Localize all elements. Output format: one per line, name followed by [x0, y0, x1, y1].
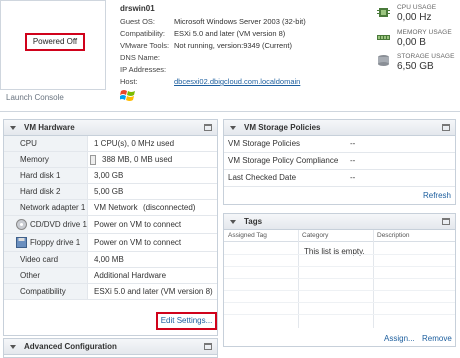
hardware-row-cpu[interactable]: CPU 1 CPU(s), 0 MHz used: [4, 136, 217, 152]
hardware-row-compatibility: Compatibility ESXi 5.0 and later (VM ver…: [4, 284, 217, 300]
remove-tag-link[interactable]: Remove: [422, 334, 452, 343]
hardware-row-hard-disk-1[interactable]: Hard disk 1 3,00 GB: [4, 168, 217, 184]
memory-usage-label: MEMORY USAGE: [397, 29, 452, 36]
ip-addresses-label: IP Addresses:: [120, 65, 167, 74]
row-line: [224, 254, 455, 255]
hardware-label: Compatibility: [4, 284, 88, 299]
storage-policy-label: Last Checked Date: [228, 173, 297, 182]
cpu-usage-value: 0,00 Hz: [397, 12, 432, 23]
hardware-label: Memory: [4, 152, 88, 167]
hardware-value: Power on VM to connect: [94, 220, 182, 229]
column-assigned-tag[interactable]: Assigned Tag: [228, 232, 267, 239]
memory-bar-icon: [90, 155, 96, 165]
collapse-caret-icon[interactable]: [10, 345, 16, 349]
hardware-row-hard-disk-2[interactable]: Hard disk 2 5,00 GB: [4, 184, 217, 200]
advanced-configuration-panel: Advanced Configuration: [3, 338, 218, 358]
storage-policies-panel: VM Storage Policies VM Storage Policies …: [223, 119, 456, 205]
advanced-configuration-title: Advanced Configuration: [24, 342, 117, 351]
vm-hardware-title: VM Hardware: [24, 123, 75, 132]
memory-usage-value: 0,00 B: [397, 37, 426, 48]
column-category[interactable]: Category: [302, 232, 328, 239]
launch-console-link[interactable]: Launch Console: [6, 93, 64, 102]
host-link[interactable]: dbcesxi02.dbigcloud.com.localdomain: [174, 77, 300, 86]
hardware-value: Additional Hardware: [94, 271, 167, 280]
row-line: [224, 266, 455, 267]
hardware-value: 4,00 MB: [94, 255, 124, 264]
power-state-label: Powered Off: [25, 33, 85, 51]
memory-icon: [377, 35, 390, 40]
host-label: Host:: [120, 77, 138, 86]
hardware-row-cd-dvd[interactable]: CD/DVD drive 1 Power on VM to connect: [4, 216, 217, 234]
hardware-row-floppy[interactable]: Floppy drive 1 Power on VM to connect: [4, 234, 217, 252]
row-line: [224, 290, 455, 291]
storage-usage-value: 6,50 GB: [397, 61, 434, 72]
hardware-label: Network adapter 1: [4, 200, 88, 215]
hardware-value: ESXi 5.0 and later (VM version 8): [94, 287, 213, 296]
guest-os-label: Guest OS:: [120, 17, 156, 26]
hardware-value: 388 MB, 0 MB used: [102, 155, 173, 164]
storage-policy-label: VM Storage Policy Compliance: [228, 156, 339, 165]
cpu-usage-label: CPU USAGE: [397, 4, 437, 11]
storage-policy-row: VM Storage Policies --: [224, 136, 455, 153]
vmware-tools-label: VMware Tools:: [120, 41, 170, 50]
compatibility-label: Compatibility:: [120, 29, 166, 38]
maximize-icon[interactable]: [442, 124, 450, 131]
hardware-row-network-adapter[interactable]: Network adapter 1 VM Network (disconnect…: [4, 200, 217, 216]
compatibility-value: ESXi 5.0 and later (VM version 8): [174, 29, 286, 38]
storage-policy-row: VM Storage Policy Compliance --: [224, 153, 455, 170]
dns-name-label: DNS Name:: [120, 53, 161, 62]
storage-policy-value: --: [350, 139, 356, 148]
hardware-row-other[interactable]: Other Additional Hardware: [4, 268, 217, 284]
guest-os-value: Microsoft Windows Server 2003 (32-bit): [174, 17, 306, 26]
storage-policy-label: VM Storage Policies: [228, 139, 301, 148]
storage-policy-value: --: [350, 156, 356, 165]
hardware-value: 1 CPU(s), 0 MHz used: [94, 139, 175, 148]
storage-policy-value: --: [350, 173, 356, 182]
row-line: [224, 278, 455, 279]
storage-policies-header[interactable]: VM Storage Policies: [224, 120, 455, 136]
row-line: [224, 302, 455, 303]
vm-name: drswin01: [120, 4, 155, 13]
hardware-label: Hard disk 2: [4, 184, 88, 199]
collapse-caret-icon[interactable]: [230, 220, 236, 224]
hardware-label: CPU: [4, 136, 88, 151]
collapse-caret-icon[interactable]: [230, 126, 236, 130]
storage-policies-title: VM Storage Policies: [244, 123, 321, 132]
assign-tag-link[interactable]: Assign...: [384, 334, 415, 343]
network-status: (disconnected): [143, 203, 196, 212]
storage-icon: [378, 55, 389, 66]
hardware-value: 5,00 GB: [94, 187, 124, 196]
hardware-label: Video card: [4, 252, 88, 267]
vm-hardware-panel: VM Hardware CPU 1 CPU(s), 0 MHz used Mem…: [3, 119, 218, 336]
hardware-label: Other: [4, 268, 88, 283]
storage-usage-label: STORAGE USAGE: [397, 53, 455, 60]
tags-title: Tags: [244, 217, 263, 226]
hardware-value: 3,00 GB: [94, 171, 124, 180]
hardware-row-memory[interactable]: Memory 388 MB, 0 MB used: [4, 152, 217, 168]
advanced-configuration-header[interactable]: Advanced Configuration: [4, 339, 217, 355]
tags-column-header: Assigned Tag Category Description: [224, 230, 455, 242]
maximize-icon[interactable]: [442, 218, 450, 225]
windows-logo-icon: [120, 90, 135, 101]
edit-settings-button[interactable]: Edit Settings...: [156, 312, 217, 330]
vmware-tools-value: Not running, version:9349 (Current): [174, 41, 292, 50]
maximize-icon[interactable]: [204, 124, 212, 131]
maximize-icon[interactable]: [204, 343, 212, 350]
hardware-value: Power on VM to connect: [94, 238, 182, 247]
cd-dvd-icon: [16, 219, 27, 230]
column-description[interactable]: Description: [377, 232, 410, 239]
storage-policy-row: Last Checked Date --: [224, 170, 455, 187]
row-line: [224, 314, 455, 315]
floppy-icon: [16, 237, 27, 248]
refresh-link[interactable]: Refresh: [423, 191, 451, 200]
cpu-icon: [377, 8, 390, 17]
summary-divider: [0, 111, 460, 112]
vm-hardware-header[interactable]: VM Hardware: [4, 120, 217, 136]
tags-header[interactable]: Tags: [224, 214, 455, 230]
collapse-caret-icon[interactable]: [10, 126, 16, 130]
hardware-row-video-card[interactable]: Video card 4,00 MB: [4, 252, 217, 268]
network-link[interactable]: VM Network: [94, 200, 138, 215]
hardware-label: Hard disk 1: [4, 168, 88, 183]
tags-panel: Tags Assigned Tag Category Description T…: [223, 213, 456, 347]
